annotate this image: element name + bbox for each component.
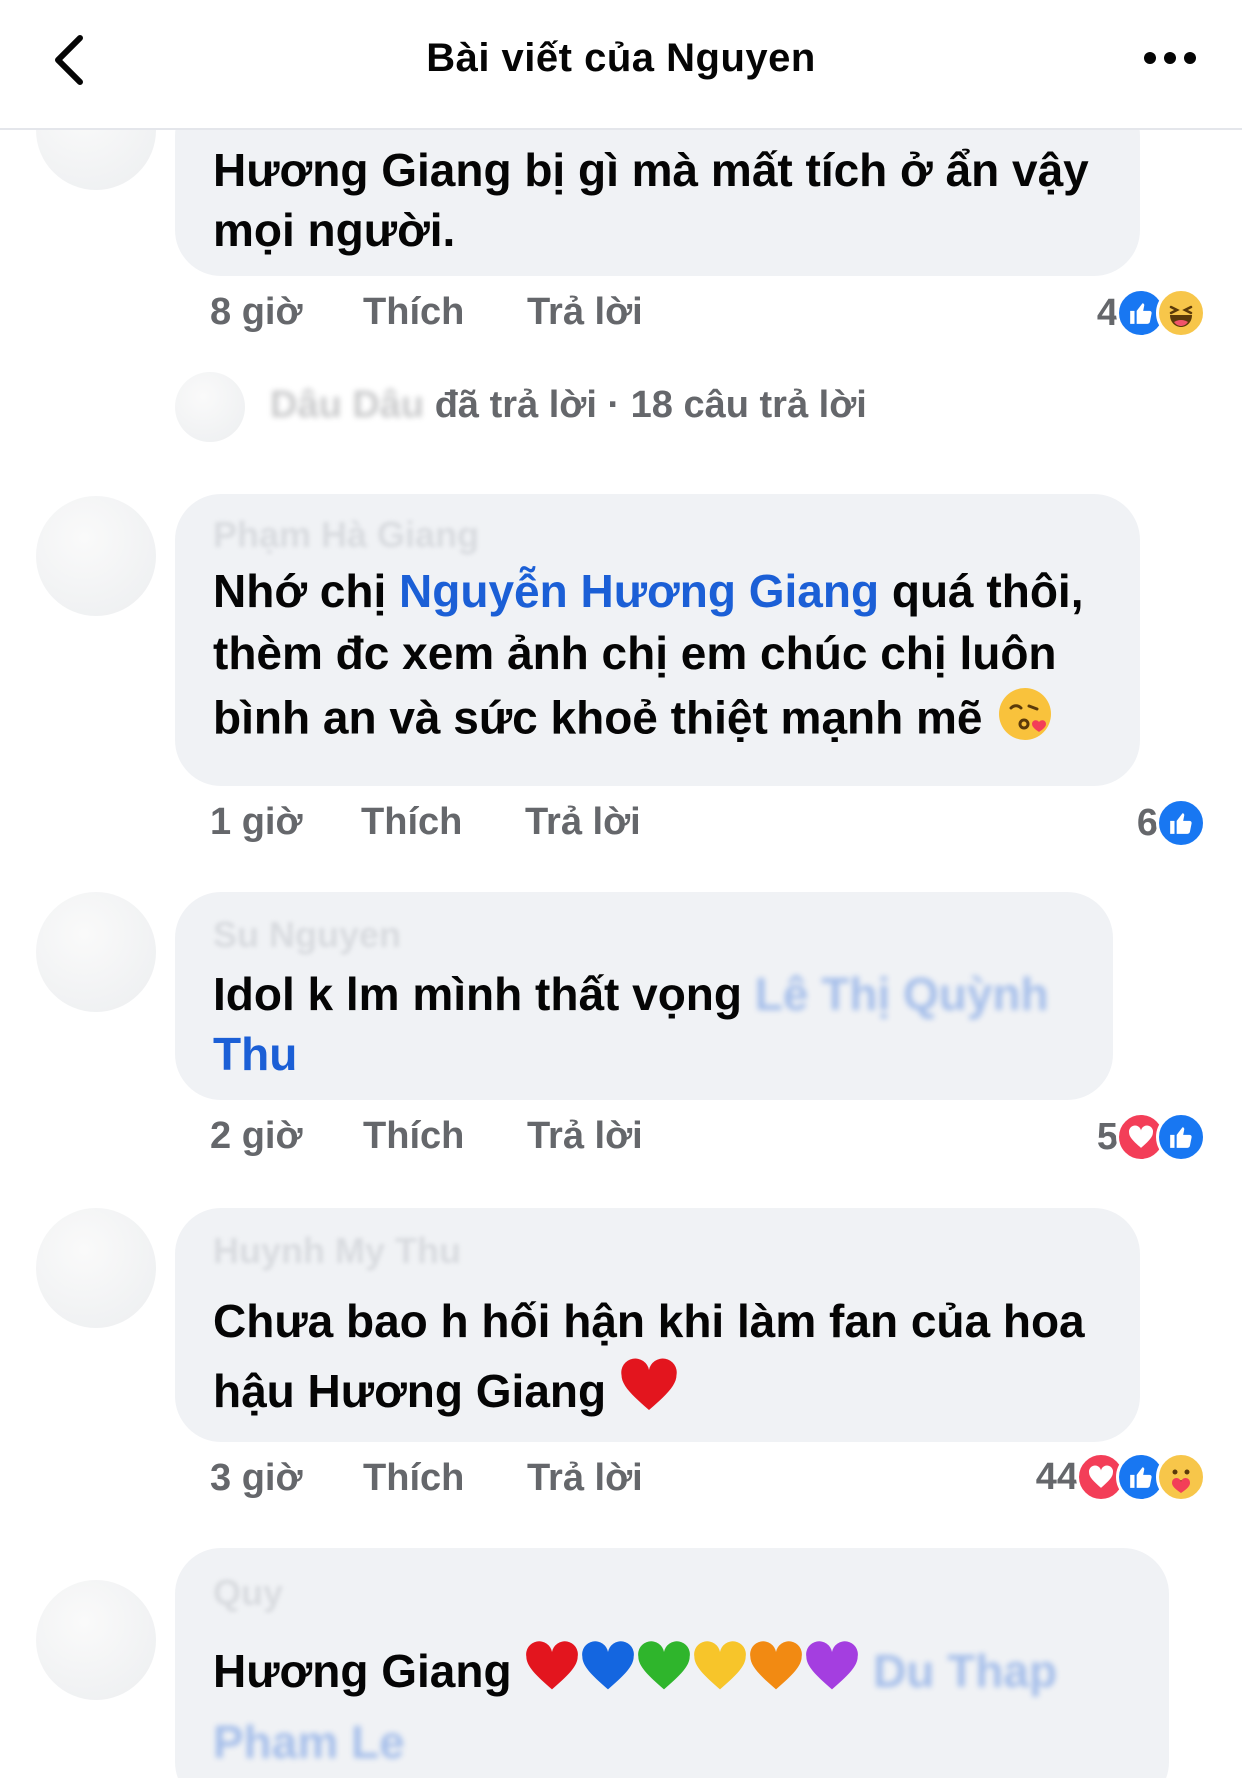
kiss-emoji <box>995 684 1055 759</box>
avatar[interactable] <box>36 1208 156 1328</box>
comment-author[interactable]: Phạm Hà Giang <box>213 514 479 556</box>
reaction-count: 5 <box>1096 1115 1118 1158</box>
reaction-summary[interactable]: 5 <box>1097 1110 1206 1164</box>
comment-author[interactable]: Huynh My Thu <box>213 1230 461 1272</box>
red-heart-emoji <box>524 1640 580 1709</box>
comment-time: 3 giờ <box>210 1457 303 1500</box>
comment-actions: 3 giờ Thích Trả lời <box>210 1456 643 1506</box>
comment-text: Chưa bao h hối hận khi làm fan của hoa h… <box>213 1286 1102 1432</box>
reply-avatar <box>175 372 245 442</box>
like-icon <box>1156 798 1206 848</box>
reply-author: Dâu Dâu <box>270 384 425 426</box>
comment-time: 1 giờ <box>210 801 303 844</box>
green-heart-emoji <box>636 1640 692 1709</box>
reply-button[interactable]: Trả lời <box>527 291 643 334</box>
reply-button[interactable]: Trả lời <box>527 1457 643 1500</box>
comment-author[interactable]: Quy <box>213 1572 283 1614</box>
mention-link[interactable]: Thu <box>213 1028 297 1080</box>
reaction-count: 44 <box>1035 1455 1078 1498</box>
mention-link[interactable]: Lê Thị Quỳnh <box>755 968 1049 1020</box>
comment-actions: 2 giờ Thích Trả lời <box>210 1114 643 1164</box>
care-icon <box>1156 1452 1206 1502</box>
view-replies-link[interactable]: Dâu Dâu đã trả lời · 18 câu trả lời <box>270 384 867 427</box>
avatar[interactable] <box>36 892 156 1012</box>
replies-text: đã trả lời · 18 câu trả lời <box>434 384 867 426</box>
top-bar: Bài viết của Nguyen <box>0 0 1242 130</box>
like-button[interactable]: Thích <box>361 801 462 844</box>
more-options-icon[interactable] <box>1140 46 1200 70</box>
comment-text: Hương Giang Du Thap Pham Le <box>213 1638 1131 1775</box>
reply-button[interactable]: Trả lời <box>525 801 641 844</box>
like-button[interactable]: Thích <box>363 1115 464 1158</box>
comment-bubble: Huynh My Thu Chưa bao h hối hận khi làm … <box>175 1208 1140 1442</box>
comment-text: Idol k lm mình thất vọng Lê Thị Quỳnh Thu <box>213 968 1049 1080</box>
like-button[interactable]: Thích <box>363 1457 464 1500</box>
mention-link[interactable]: Du Thap <box>873 1645 1057 1697</box>
reaction-count: 4 <box>1096 291 1118 334</box>
comment-author[interactable]: Su Nguyen <box>213 914 401 956</box>
comment-bubble: Phạm Hà Giang Nhớ chị Nguyễn Hương Giang… <box>175 494 1140 786</box>
comment-text: Hương Giang bị gì mà mất tích ở ẩn vậy m… <box>213 144 1089 256</box>
page-title: Bài viết của Nguyen <box>426 36 816 80</box>
avatar[interactable] <box>36 1580 156 1700</box>
reaction-summary[interactable]: 4 <box>1097 286 1206 340</box>
yellow-heart-emoji <box>692 1640 748 1709</box>
comment-text: Nhớ chị Nguyễn Hương Giang quá thôi, thè… <box>213 560 1102 759</box>
reply-button[interactable]: Trả lời <box>527 1115 643 1158</box>
blue-heart-emoji <box>580 1640 636 1709</box>
reaction-count: 6 <box>1136 801 1158 844</box>
comment-actions: 8 giờ Thích Trả lời <box>210 290 643 340</box>
haha-icon <box>1156 288 1206 338</box>
comment-bubble: Quy Hương Giang Du Thap Pham Le <box>175 1548 1169 1778</box>
like-icon <box>1156 1112 1206 1162</box>
comment-time: 2 giờ <box>210 1115 303 1158</box>
orange-heart-emoji <box>748 1640 804 1709</box>
red-heart-emoji <box>619 1357 679 1432</box>
comment-bubble: Su Nguyen Idol k lm mình thất vọng Lê Th… <box>175 892 1113 1100</box>
avatar[interactable] <box>36 496 156 616</box>
comment-time: 8 giờ <box>210 291 303 334</box>
mention-link[interactable]: Nguyễn Hương Giang <box>399 565 879 617</box>
reaction-summary[interactable]: 44 <box>1036 1450 1206 1504</box>
mention-link[interactable]: Pham Le <box>213 1716 405 1768</box>
like-button[interactable]: Thích <box>363 291 464 334</box>
reaction-summary[interactable]: 6 <box>1137 796 1206 850</box>
purple-heart-emoji <box>804 1640 860 1709</box>
comment-actions: 1 giờ Thích Trả lời <box>210 800 641 850</box>
